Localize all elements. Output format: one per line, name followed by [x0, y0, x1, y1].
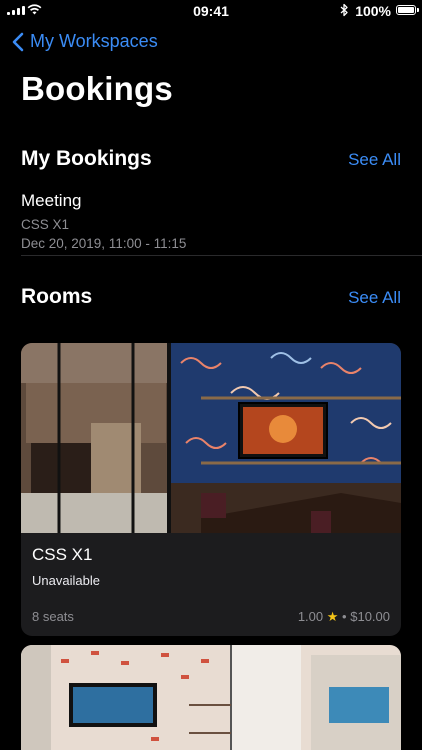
divider: [21, 255, 422, 256]
my-bookings-see-all-button[interactable]: See All: [348, 150, 401, 170]
my-bookings-title: My Bookings: [21, 147, 152, 170]
page-title: Bookings: [21, 70, 173, 107]
room-card[interactable]: CSS X1 Unavailable 8 seats 1.00 ★ • $10.…: [21, 343, 401, 636]
rooms-header: Rooms See All: [21, 285, 401, 309]
room-status: Unavailable: [32, 573, 100, 588]
room-rating: 1.00: [297, 609, 324, 624]
back-button[interactable]: My Workspaces: [12, 31, 158, 52]
booking-room: CSS X1: [21, 217, 70, 232]
battery-icon: [396, 5, 419, 15]
my-bookings-header: My Bookings See All: [21, 147, 401, 171]
room-card[interactable]: [21, 645, 401, 750]
back-button-label: My Workspaces: [30, 31, 158, 51]
chevron-left-icon: [12, 32, 24, 51]
separator-dot: •: [342, 609, 347, 624]
rooms-see-all-button[interactable]: See All: [348, 288, 401, 308]
room-meta: 8 seats 1.00 ★ • $10.00: [32, 609, 390, 625]
room-price: $10.00: [350, 609, 390, 624]
bluetooth-icon: [340, 3, 348, 17]
room-seats: 8 seats: [32, 609, 74, 624]
status-bar: 09:41 100%: [0, 0, 422, 22]
room-photo: [21, 645, 401, 750]
room-name: CSS X1: [32, 545, 93, 564]
battery-percentage: 100%: [355, 3, 391, 19]
booking-datetime: Dec 20, 2019, 11:00 - 11:15: [21, 236, 187, 251]
room-rating-price: 1.00 ★ • $10.00: [298, 609, 390, 625]
rooms-title: Rooms: [21, 285, 93, 308]
room-info: CSS X1 Unavailable 8 seats 1.00 ★ • $10.…: [21, 533, 401, 636]
star-icon: ★: [326, 609, 339, 624]
booking-title: Meeting: [21, 191, 82, 210]
room-photo: [21, 343, 401, 533]
booking-list-item[interactable]: Meeting CSS X1 Dec 20, 2019, 11:00 - 11:…: [21, 191, 422, 253]
